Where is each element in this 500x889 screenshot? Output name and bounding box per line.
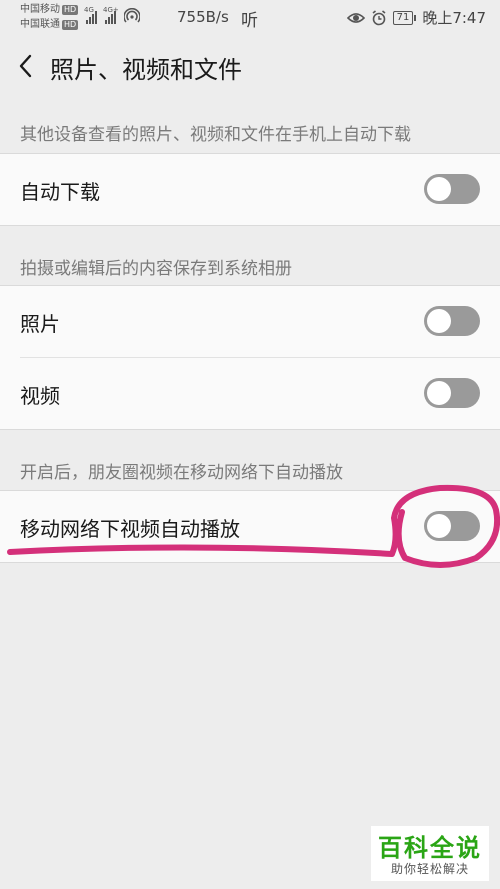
signal-icon: 4G+ — [103, 6, 119, 24]
carrier-1: 中国移动 — [20, 4, 60, 15]
setting-label: 视频 — [20, 384, 60, 408]
wifi-hotspot-icon — [124, 8, 140, 23]
settings-group-save-to-album: 照片 视频 — [0, 285, 500, 430]
carrier-2: 中国联通 — [20, 19, 60, 30]
setting-label: 自动下载 — [20, 180, 100, 204]
watermark-logo: 百科全说 助你轻松解决 — [371, 826, 489, 881]
toggle-knob — [427, 177, 451, 201]
toggle-knob — [427, 514, 451, 538]
clock: 晚上7:47 — [422, 9, 486, 27]
setting-row-videos[interactable]: 视频 — [20, 357, 500, 429]
setting-row-mobile-autoplay[interactable]: 移动网络下视频自动播放 — [0, 491, 500, 562]
battery-level: 71 — [392, 10, 414, 25]
setting-label: 照片 — [20, 312, 60, 336]
page-title: 照片、视频和文件 — [50, 56, 242, 84]
auto-download-toggle[interactable] — [424, 174, 480, 204]
network-type-1: 4G — [84, 6, 94, 14]
section-caption-autoplay: 开启后，朋友圈视频在移动网络下自动播放 — [20, 463, 343, 483]
watermark-subtitle: 助你轻松解决 — [390, 862, 469, 876]
status-right: 71 晚上7:47 — [346, 7, 486, 28]
setting-label: 移动网络下视频自动播放 — [20, 517, 240, 541]
section-caption-auto-download: 其他设备查看的照片、视频和文件在手机上自动下载 — [20, 125, 411, 145]
videos-toggle[interactable] — [424, 378, 480, 408]
battery-icon: 71 — [392, 10, 417, 25]
chevron-left-icon[interactable] — [14, 52, 38, 80]
status-bar: 中国移动 HD 中国联通 HD 4G 4G+ 755B/s 听 71 晚上7:4… — [0, 0, 500, 36]
eye-icon — [346, 12, 365, 23]
hd-badge-2: HD — [62, 19, 79, 30]
listen-icon: 听 — [241, 11, 258, 31]
setting-row-auto-download[interactable]: 自动下载 — [0, 154, 500, 225]
carrier-info: 中国移动 HD 中国联通 HD — [20, 2, 79, 32]
toggle-knob — [427, 381, 451, 405]
hd-badge-1: HD — [62, 4, 79, 15]
alarm-icon — [372, 9, 386, 25]
photos-toggle[interactable] — [424, 306, 480, 336]
network-speed: 755B/s — [177, 8, 229, 26]
mobile-autoplay-toggle[interactable] — [424, 511, 480, 541]
section-caption-save-to-album: 拍摄或编辑后的内容保存到系统相册 — [20, 259, 292, 279]
watermark-title: 百科全说 — [378, 834, 482, 862]
toggle-knob — [427, 309, 451, 333]
network-type-2: 4G+ — [103, 6, 119, 14]
settings-group-auto-download: 自动下载 — [0, 153, 500, 226]
signal-icon: 4G — [84, 6, 97, 24]
setting-row-photos[interactable]: 照片 — [0, 286, 500, 357]
signal-indicators: 4G 4G+ — [84, 6, 140, 24]
settings-group-autoplay: 移动网络下视频自动播放 — [0, 490, 500, 563]
app-header: 照片、视频和文件 — [0, 40, 500, 92]
